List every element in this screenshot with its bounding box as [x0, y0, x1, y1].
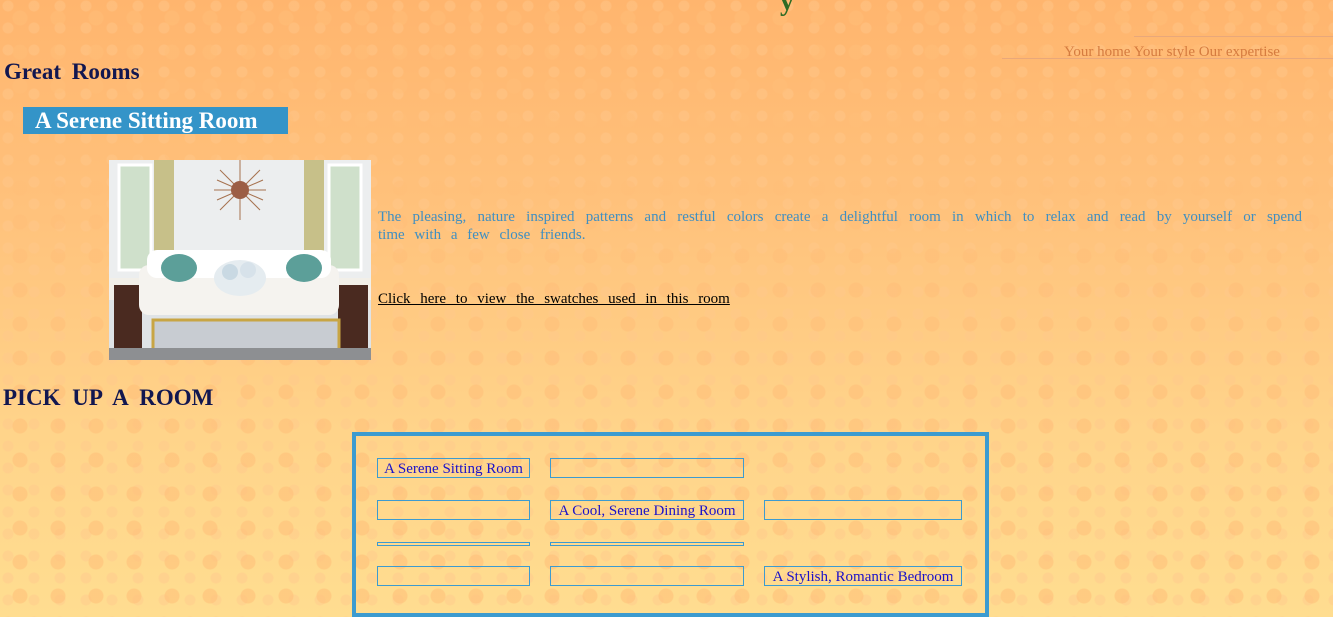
room-photo [109, 160, 371, 360]
room-cell-spacer [377, 542, 530, 546]
tagline-rule-top [1134, 36, 1333, 37]
room-picker-grid: A Serene Sitting Room A Cool, Serene Din… [352, 432, 989, 617]
tagline-rule-bottom [1002, 58, 1333, 59]
room-link-dining[interactable]: A Cool, Serene Dining Room [550, 500, 744, 520]
swatch-link[interactable]: Click here to view the swatches used in … [378, 291, 730, 308]
room-title-banner: A Serene Sitting Room [23, 107, 288, 134]
site-title-fragment: y [780, 0, 794, 17]
room-link-bedroom[interactable]: A Stylish, Romantic Bedroom [764, 566, 962, 586]
room-cell-empty [550, 566, 744, 586]
room-cell-empty [377, 500, 530, 520]
section-title: Great Rooms [4, 59, 140, 84]
room-cell-empty [377, 566, 530, 586]
room-description: The pleasing, nature inspired patterns a… [378, 209, 1302, 243]
room-cell-spacer [550, 542, 744, 546]
pick-room-title: PICK UP A ROOM [3, 385, 214, 410]
room-cell-empty [764, 500, 962, 520]
room-cell-empty [550, 458, 744, 478]
page: { "header": { "title_fragment": "y", "ta… [0, 0, 1333, 617]
room-link-sitting[interactable]: A Serene Sitting Room [377, 458, 530, 478]
room-title: A Serene Sitting Room [35, 108, 258, 133]
